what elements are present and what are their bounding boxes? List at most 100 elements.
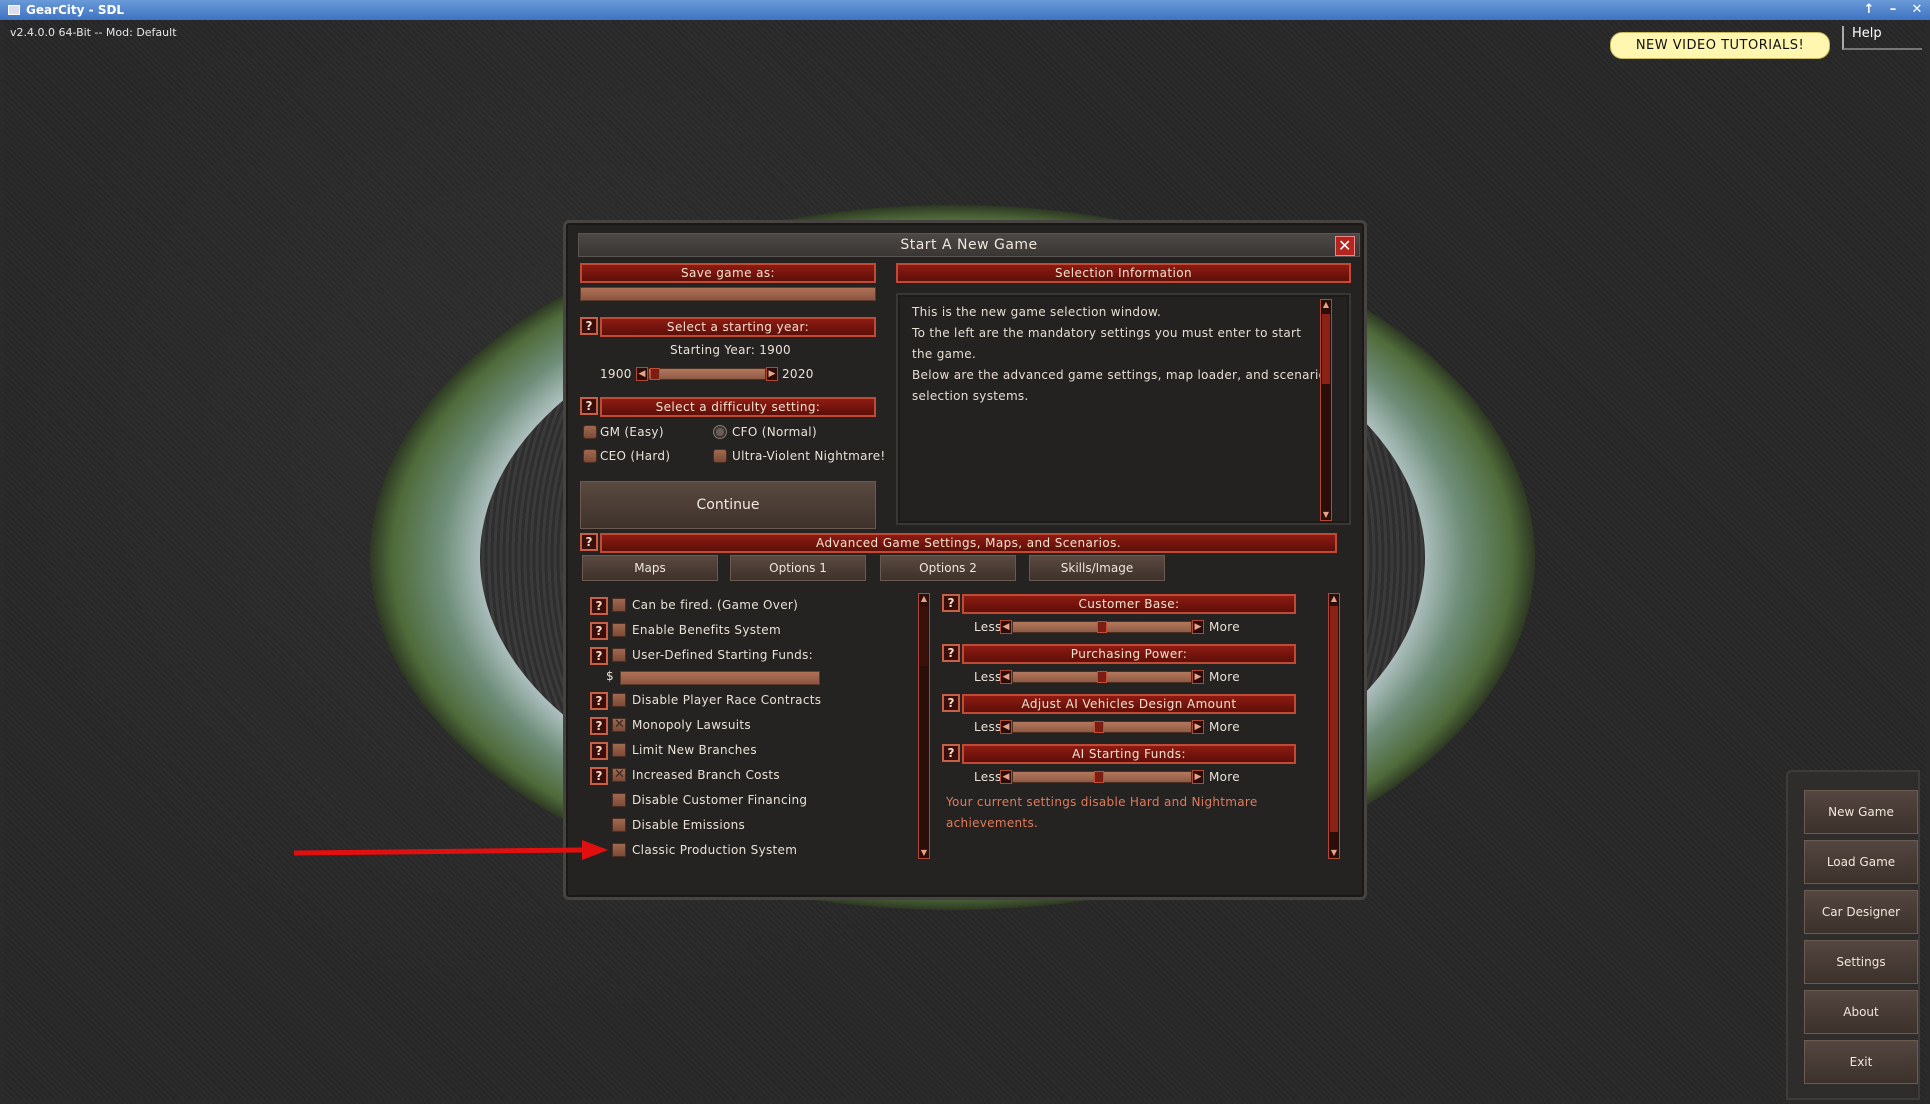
year-slider-track[interactable] <box>648 368 766 380</box>
option-help-button[interactable]: ? <box>590 597 608 615</box>
slider-thumb[interactable] <box>1093 721 1104 733</box>
option-checkbox-fired[interactable] <box>612 598 626 612</box>
option-label: User-Defined Starting Funds: <box>632 648 813 662</box>
option-help-button[interactable]: ? <box>590 692 608 710</box>
year-max-label: 2020 <box>782 367 814 381</box>
load-game-button[interactable]: Load Game <box>1804 840 1918 884</box>
difficulty-label-nightmare: Ultra-Violent Nightmare! <box>732 449 886 463</box>
slider-increase-arrow[interactable]: ▶ <box>1192 620 1204 634</box>
continue-button[interactable]: Continue <box>580 481 876 529</box>
option-checkbox-monopoly[interactable] <box>612 717 626 732</box>
difficulty-help-button[interactable]: ? <box>580 397 598 415</box>
dialog-title: Start A New Game <box>900 237 1038 253</box>
slider-increase-arrow[interactable]: ▶ <box>1192 720 1204 734</box>
achievement-warning: Your current settings disable Hard and N… <box>946 795 1258 809</box>
option-checkbox-emissions[interactable] <box>612 818 626 832</box>
slider-help-button[interactable]: ? <box>942 744 960 762</box>
dialog-titlebar: Start A New Game ✕ <box>578 233 1360 257</box>
option-checkbox-classic-production[interactable] <box>612 843 626 857</box>
scroll-thumb[interactable] <box>1330 606 1338 832</box>
year-increase-arrow[interactable]: ▶ <box>766 367 778 381</box>
slider-thumb[interactable] <box>1093 771 1104 783</box>
starting-funds-input[interactable] <box>620 671 820 685</box>
slider-decrease-arrow[interactable]: ◀ <box>1000 620 1012 634</box>
car-designer-button[interactable]: Car Designer <box>1804 890 1918 934</box>
new-game-button[interactable]: New Game <box>1804 790 1918 834</box>
option-help-button[interactable]: ? <box>590 767 608 785</box>
close-window-button[interactable]: ✕ <box>1910 2 1924 17</box>
slider-increase-arrow[interactable]: ▶ <box>1192 770 1204 784</box>
option-checkbox-starting-funds[interactable] <box>612 648 626 662</box>
year-header: Select a starting year: <box>600 317 876 337</box>
difficulty-radio-cfo[interactable] <box>713 425 727 439</box>
scroll-thumb[interactable] <box>1322 314 1330 384</box>
option-checkbox-customer-financing[interactable] <box>612 793 626 807</box>
option-help-button[interactable]: ? <box>590 622 608 640</box>
info-scrollbar[interactable]: ▲ ▼ <box>1320 299 1332 521</box>
selection-info-panel: This is the new game selection window. T… <box>896 293 1351 525</box>
year-decrease-arrow[interactable]: ◀ <box>636 367 648 381</box>
slider-decrease-arrow[interactable]: ◀ <box>1000 770 1012 784</box>
year-slider-thumb[interactable] <box>650 368 660 380</box>
scroll-thumb[interactable] <box>920 606 928 666</box>
scroll-down-arrow[interactable]: ▼ <box>919 848 929 858</box>
window-title: GearCity - SDL <box>26 3 125 17</box>
option-label: Can be fired. (Game Over) <box>632 598 799 612</box>
option-checkbox-race-contracts[interactable] <box>612 693 626 707</box>
tab-maps[interactable]: Maps <box>582 555 718 581</box>
info-line: Below are the advanced game settings, ma… <box>912 368 1327 382</box>
slider-help-button[interactable]: ? <box>942 694 960 712</box>
scroll-down-arrow[interactable]: ▼ <box>1329 848 1339 858</box>
slider-help-button[interactable]: ? <box>942 644 960 662</box>
selection-info-header: Selection Information <box>896 263 1351 283</box>
difficulty-header: Select a difficulty setting: <box>600 397 876 417</box>
exit-button[interactable]: Exit <box>1804 1040 1918 1084</box>
window-titlebar: GearCity - SDL ↑ – ✕ <box>0 0 1930 20</box>
video-tutorials-button[interactable]: NEW VIDEO TUTORIALS! <box>1610 32 1830 59</box>
scroll-up-arrow[interactable]: ▲ <box>1329 594 1339 604</box>
settings-button[interactable]: Settings <box>1804 940 1918 984</box>
difficulty-radio-ceo[interactable] <box>583 449 597 463</box>
save-game-input[interactable] <box>580 287 876 301</box>
minimize-button[interactable]: – <box>1886 2 1900 17</box>
option-help-button[interactable]: ? <box>590 742 608 760</box>
option-checkbox-branch-costs[interactable] <box>612 767 626 782</box>
option-label: Monopoly Lawsuits <box>632 718 751 732</box>
sliders-scrollbar[interactable]: ▲ ▼ <box>1328 593 1340 859</box>
option-help-button[interactable]: ? <box>590 647 608 665</box>
advanced-help-button[interactable]: ? <box>580 533 598 551</box>
slider-decrease-arrow[interactable]: ◀ <box>1000 720 1012 734</box>
option-help-button[interactable]: ? <box>590 717 608 735</box>
slider-help-button[interactable]: ? <box>942 594 960 612</box>
slider-header: Adjust AI Vehicles Design Amount <box>962 694 1296 714</box>
tab-skills-image[interactable]: Skills/Image <box>1029 555 1165 581</box>
maximize-button[interactable]: ↑ <box>1862 2 1876 17</box>
difficulty-radio-gm[interactable] <box>583 425 597 439</box>
option-checkbox-limit-branches[interactable] <box>612 743 626 757</box>
options-scrollbar[interactable]: ▲ ▼ <box>918 593 930 859</box>
about-button[interactable]: About <box>1804 990 1918 1034</box>
slider-header: Customer Base: <box>962 594 1296 614</box>
scroll-up-arrow[interactable]: ▲ <box>1321 300 1331 310</box>
help-button[interactable]: Help <box>1842 26 1922 50</box>
info-line: This is the new game selection window. <box>912 305 1162 319</box>
close-dialog-button[interactable]: ✕ <box>1335 236 1355 256</box>
scroll-down-arrow[interactable]: ▼ <box>1321 510 1331 520</box>
slider-thumb[interactable] <box>1097 621 1107 633</box>
slider-more-label: More <box>1209 720 1240 734</box>
scroll-up-arrow[interactable]: ▲ <box>919 594 929 604</box>
slider-increase-arrow[interactable]: ▶ <box>1192 670 1204 684</box>
slider-thumb[interactable] <box>1097 671 1107 683</box>
info-line: To the left are the mandatory settings y… <box>912 326 1302 340</box>
funds-currency-symbol: $ <box>606 669 614 683</box>
year-help-button[interactable]: ? <box>580 317 598 335</box>
slider-decrease-arrow[interactable]: ◀ <box>1000 670 1012 684</box>
tab-options-2[interactable]: Options 2 <box>880 555 1016 581</box>
info-line: the game. <box>912 347 977 361</box>
tab-options-1[interactable]: Options 1 <box>730 555 866 581</box>
option-checkbox-benefits[interactable] <box>612 623 626 637</box>
difficulty-radio-nightmare[interactable] <box>713 449 727 463</box>
arrow-shaft <box>293 847 585 856</box>
slider-more-label: More <box>1209 770 1240 784</box>
red-arrow-annotation <box>293 840 608 860</box>
